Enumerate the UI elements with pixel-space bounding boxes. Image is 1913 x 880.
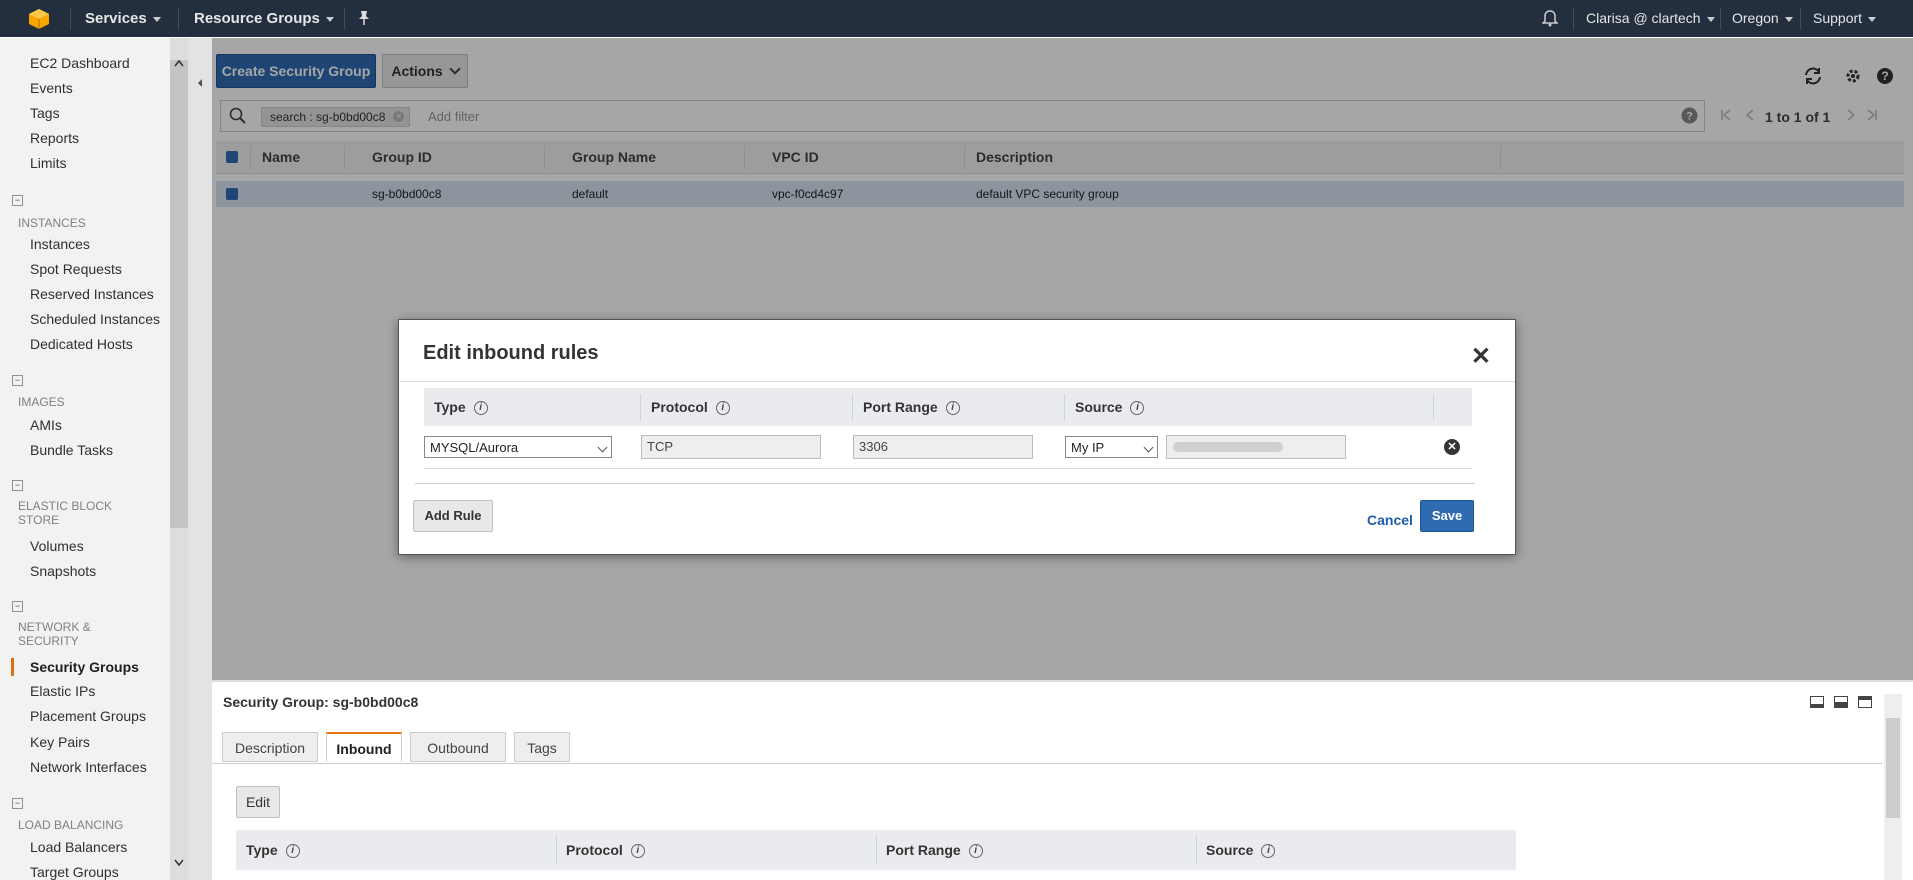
column-protocol: Protocol i (651, 399, 730, 416)
top-navigation-bar: Services Resource Groups Clarisa @ clart… (0, 0, 1913, 37)
edit-inbound-rules-dialog: Edit inbound rules ✕ Type i Protocol i Por… (398, 319, 1516, 555)
info-icon[interactable]: i (945, 401, 960, 416)
chevron-down-icon (1868, 16, 1877, 22)
port-range-field: 3306 (853, 435, 1033, 459)
services-menu[interactable]: Services (85, 10, 161, 27)
support-menu[interactable]: Support (1813, 10, 1877, 26)
inbound-rule-row: MYSQL/Aurora TCP 3306 My IP ✕ (424, 426, 1472, 469)
remove-rule-icon[interactable]: ✕ (1444, 439, 1460, 455)
redacted-ip (1173, 442, 1283, 452)
aws-cube-logo-icon[interactable] (28, 8, 50, 30)
rules-table-header: Type i Protocol i Port Range i Source i (424, 388, 1472, 426)
chevron-down-icon (1143, 442, 1154, 453)
dialog-title: Edit inbound rules (423, 342, 599, 364)
modal-overlay-bottom (212, 680, 1913, 880)
chevron-down-icon (597, 442, 608, 453)
close-icon[interactable]: ✕ (1471, 342, 1491, 371)
modal-overlay-sidebar (0, 38, 212, 880)
region-menu[interactable]: Oregon (1732, 10, 1793, 26)
bell-icon[interactable] (1542, 10, 1558, 27)
info-icon[interactable]: i (1130, 401, 1145, 416)
resource-groups-menu[interactable]: Resource Groups (194, 10, 334, 27)
column-port-range: Port Range i (863, 399, 960, 416)
chevron-down-icon (325, 16, 334, 22)
protocol-field: TCP (641, 435, 821, 459)
add-rule-button[interactable]: Add Rule (413, 500, 493, 532)
source-ip-field[interactable] (1166, 435, 1346, 459)
source-type-select[interactable]: My IP (1065, 436, 1158, 458)
save-button[interactable]: Save (1420, 500, 1474, 532)
cancel-button[interactable]: Cancel (1367, 512, 1413, 528)
column-source: Source i (1075, 399, 1145, 416)
chevron-down-icon (1706, 16, 1715, 22)
rule-type-select[interactable]: MYSQL/Aurora (424, 436, 612, 458)
column-type: Type i (434, 399, 488, 416)
chevron-down-icon (1784, 16, 1793, 22)
info-icon[interactable]: i (715, 401, 730, 416)
chevron-down-icon (152, 16, 161, 22)
pin-icon[interactable] (357, 10, 371, 26)
info-icon[interactable]: i (473, 401, 488, 416)
user-menu[interactable]: Clarisa @ clartech (1586, 10, 1715, 26)
